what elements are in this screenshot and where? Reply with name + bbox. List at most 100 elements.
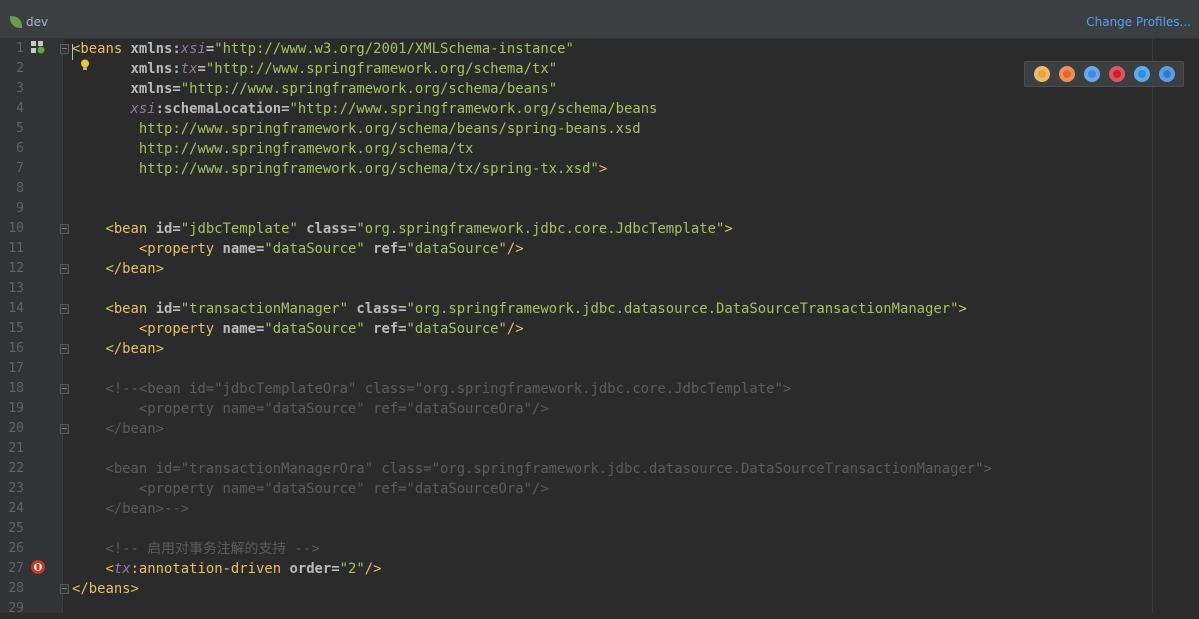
code-token: <property bbox=[138, 321, 223, 337]
code-token: "http://www.springframework.org/schema/b… bbox=[180, 81, 558, 97]
fold-toggle-icon[interactable] bbox=[60, 264, 69, 274]
code-line[interactable]: 6 http://www.springframework.org/schema/… bbox=[0, 139, 1199, 159]
code-line[interactable]: 17 bbox=[0, 359, 1199, 379]
code-line[interactable]: 26 <!-- 启用对事务注解的支持 --> bbox=[0, 539, 1199, 559]
code-text: xmlns="http://www.springframework.org/sc… bbox=[72, 79, 558, 99]
code-line[interactable]: 28 </beans> bbox=[0, 579, 1199, 599]
change-profiles-link[interactable]: Change Profiles... bbox=[1086, 15, 1191, 29]
code-token: </bean>--> bbox=[105, 501, 190, 517]
code-line[interactable]: 2 xmlns:tx="http://www.springframework.o… bbox=[0, 59, 1199, 79]
browser-preview-bar bbox=[1024, 61, 1184, 87]
code-line[interactable]: 3 xmlns="http://www.springframework.org/… bbox=[0, 79, 1199, 99]
safari-icon[interactable] bbox=[1083, 66, 1100, 82]
code-editor[interactable]: 1 <beans xmlns:xsi="http://www.w3.org/200… bbox=[0, 39, 1199, 616]
code-token: <bean id="transactionManagerOra" class="… bbox=[105, 461, 992, 477]
code-token: id= bbox=[155, 301, 181, 317]
code-token: > bbox=[958, 301, 967, 317]
code-text: <bean id="jdbcTemplate" class="org.sprin… bbox=[72, 219, 732, 239]
code-line[interactable]: 13 bbox=[0, 279, 1199, 299]
code-text: xmlns:tx="http://www.springframework.org… bbox=[72, 59, 558, 79]
code-token: name= bbox=[222, 321, 265, 337]
code-token: </bean> bbox=[105, 421, 164, 437]
intention-bulb-icon[interactable] bbox=[80, 59, 90, 71]
fold-toggle-icon[interactable] bbox=[60, 424, 69, 434]
code-line[interactable]: 23 <property name="dataSource" ref="data… bbox=[0, 479, 1199, 499]
line-number: 21 bbox=[8, 441, 24, 456]
code-line[interactable]: 1 <beans xmlns:xsi="http://www.w3.org/200… bbox=[0, 39, 1199, 59]
code-line[interactable]: 7 http://www.springframework.org/schema/… bbox=[0, 159, 1199, 179]
code-token: "dataSource" bbox=[264, 241, 374, 257]
line-number: 7 bbox=[16, 161, 24, 176]
code-token: xmlns: bbox=[130, 41, 181, 57]
code-token: class= bbox=[356, 301, 407, 317]
code-text: <property name="dataSource" ref="dataSou… bbox=[72, 319, 524, 339]
code-token: tx bbox=[113, 561, 131, 577]
fold-toggle-icon[interactable] bbox=[60, 384, 69, 394]
spring-bean-gutter-icon[interactable] bbox=[30, 40, 46, 54]
line-number: 23 bbox=[8, 481, 24, 496]
text-caret bbox=[72, 44, 73, 60]
edge-icon[interactable] bbox=[1158, 66, 1175, 82]
code-line[interactable]: 22 <bean id="transactionManagerOra" clas… bbox=[0, 459, 1199, 479]
code-line[interactable]: 20 </bean> bbox=[0, 419, 1199, 439]
code-line[interactable]: 24 </bean>--> bbox=[0, 499, 1199, 519]
firefox-icon[interactable] bbox=[1058, 66, 1075, 82]
code-line[interactable]: 16 </bean> bbox=[0, 339, 1199, 359]
code-line[interactable]: 19 <property name="dataSource" ref="data… bbox=[0, 399, 1199, 419]
code-token: :schemaLocation= bbox=[155, 101, 290, 117]
code-token: "http://www.springframework.org/schema/t… bbox=[205, 61, 558, 77]
code-line[interactable]: 12 </bean> bbox=[0, 259, 1199, 279]
line-number: 10 bbox=[8, 221, 24, 236]
code-text: http://www.springframework.org/schema/tx bbox=[72, 139, 474, 159]
code-token: /> bbox=[364, 561, 382, 577]
code-line[interactable]: 15 <property name="dataSource" ref="data… bbox=[0, 319, 1199, 339]
fold-toggle-icon[interactable] bbox=[60, 584, 69, 594]
code-text: <bean id="transactionManager" class="org… bbox=[72, 299, 967, 319]
code-line[interactable]: 8 bbox=[0, 179, 1199, 199]
fold-toggle-icon[interactable] bbox=[60, 44, 69, 54]
fold-toggle-icon[interactable] bbox=[60, 344, 69, 354]
code-token: tx bbox=[180, 61, 198, 77]
code-text: <!-- 启用对事务注解的支持 --> bbox=[72, 539, 319, 559]
code-line[interactable]: 10 <bean id="jdbcTemplate" class="org.sp… bbox=[0, 219, 1199, 239]
code-token: class= bbox=[306, 221, 357, 237]
opera-icon[interactable] bbox=[1108, 66, 1125, 82]
spring-profile-indicator[interactable]: dev bbox=[10, 13, 48, 31]
line-number: 6 bbox=[16, 141, 24, 156]
code-token: </beans> bbox=[72, 581, 139, 597]
line-number: 18 bbox=[8, 381, 24, 396]
profile-label: dev bbox=[26, 15, 49, 29]
line-number: 4 bbox=[16, 101, 24, 116]
code-line[interactable]: 14 <bean id="transactionManager" class="… bbox=[0, 299, 1199, 319]
transaction-gutter-icon[interactable] bbox=[30, 559, 46, 575]
code-token: :annotation-driven bbox=[130, 561, 290, 577]
line-number: 14 bbox=[8, 301, 24, 316]
code-token: </bean> bbox=[105, 261, 164, 277]
code-line[interactable]: 4 xsi:schemaLocation="http://www.springf… bbox=[0, 99, 1199, 119]
code-line[interactable]: 29 bbox=[0, 599, 1199, 619]
code-line[interactable]: 9 bbox=[0, 199, 1199, 219]
chrome-icon[interactable] bbox=[1033, 66, 1050, 82]
code-line[interactable]: 11 <property name="dataSource" ref="data… bbox=[0, 239, 1199, 259]
code-line[interactable]: 27 <tx:annotation-driven order="2"/> bbox=[0, 559, 1199, 579]
fold-toggle-icon[interactable] bbox=[60, 224, 69, 234]
fold-toggle-icon[interactable] bbox=[60, 304, 69, 314]
code-text: <property name="dataSource" ref="dataSou… bbox=[72, 239, 524, 259]
line-number: 2 bbox=[16, 61, 24, 76]
code-text: </bean> bbox=[72, 419, 164, 439]
line-number: 9 bbox=[16, 201, 24, 216]
code-line[interactable]: 21 bbox=[0, 439, 1199, 459]
code-token: "http://www.w3.org/2001/XMLSchema-instan… bbox=[214, 41, 574, 57]
code-line[interactable]: 5 http://www.springframework.org/schema/… bbox=[0, 119, 1199, 139]
code-line[interactable]: 25 bbox=[0, 519, 1199, 539]
code-token: ref= bbox=[373, 321, 407, 337]
code-line[interactable]: 18 <!--<bean id="jdbcTemplateOra" class=… bbox=[0, 379, 1199, 399]
line-number: 28 bbox=[8, 581, 24, 596]
ie-icon[interactable] bbox=[1133, 66, 1150, 82]
